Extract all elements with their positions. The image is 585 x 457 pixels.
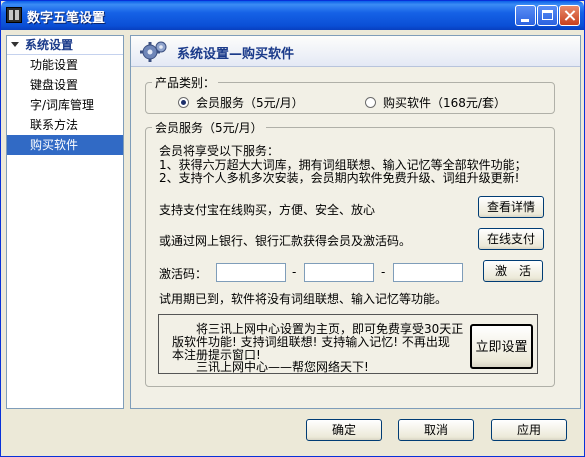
sidebar-header[interactable]: 系统设置 bbox=[7, 36, 123, 55]
sidebar: 系统设置 功能设置 键盘设置 字/词库管理 联系方法 购买软件 bbox=[6, 35, 124, 409]
activation-code-label: 激活码： bbox=[159, 267, 208, 281]
ok-button[interactable]: 确定 bbox=[306, 419, 382, 441]
radio-buy-label: 购买软件（168元/套） bbox=[383, 96, 506, 110]
activate-button[interactable]: 激 活 bbox=[483, 260, 543, 282]
panel-header: 系统设置—购买软件 bbox=[131, 36, 580, 67]
activation-code-part3[interactable] bbox=[393, 263, 463, 282]
window-title: 数字五笔设置 bbox=[27, 11, 106, 26]
sidebar-item-dictionary[interactable]: 字/词库管理 bbox=[7, 95, 123, 115]
radio-selected-icon bbox=[178, 97, 189, 108]
radio-unselected-icon bbox=[365, 97, 376, 108]
maximize-button[interactable] bbox=[537, 5, 558, 26]
view-details-button[interactable]: 查看详情 bbox=[478, 196, 544, 218]
minimize-button[interactable] bbox=[515, 5, 536, 26]
sidebar-item-function[interactable]: 功能设置 bbox=[7, 55, 123, 75]
sidebar-item-contact[interactable]: 联系方法 bbox=[7, 115, 123, 135]
set-now-button[interactable]: 立即设置 bbox=[470, 324, 533, 369]
sidebar-header-label: 系统设置 bbox=[25, 38, 74, 52]
code-separator-1: - bbox=[292, 265, 297, 279]
code-separator-2: - bbox=[381, 265, 386, 279]
activation-code-part2[interactable] bbox=[304, 263, 374, 282]
promo-line-4: 三讯上网中心——帮您网络天下! bbox=[196, 360, 369, 374]
alipay-text: 支持支付宝在线购买，方便、安全、放心 bbox=[159, 203, 376, 217]
trial-expired-text: 试用期已到，软件将没有词组联想、输入记忆等功能。 bbox=[159, 292, 448, 306]
chevron-down-icon bbox=[11, 42, 19, 47]
radio-member-label: 会员服务（5元/月） bbox=[196, 96, 304, 110]
bank-text: 或通过网上银行、银行汇款获得会员及激活码。 bbox=[159, 234, 412, 248]
activation-code-part1[interactable] bbox=[216, 263, 286, 282]
app-icon bbox=[6, 7, 22, 23]
service-benefit-2: 2、支持个人多机多次安装，会员期内软件免费升级、词组升级更新! bbox=[159, 171, 520, 185]
cancel-button[interactable]: 取消 bbox=[398, 419, 474, 441]
pay-online-button[interactable]: 在线支付 bbox=[478, 228, 544, 250]
member-service-legend: 会员服务（5元/月） bbox=[155, 121, 263, 135]
sidebar-item-purchase[interactable]: 购买软件 bbox=[7, 135, 123, 155]
sidebar-item-keyboard[interactable]: 键盘设置 bbox=[7, 75, 123, 95]
panel-title: 系统设置—购买软件 bbox=[177, 47, 295, 62]
title-bar[interactable]: 数字五笔设置 bbox=[1, 1, 584, 30]
close-button[interactable] bbox=[559, 5, 580, 26]
apply-button[interactable]: 应用 bbox=[491, 419, 567, 441]
gears-icon bbox=[140, 41, 167, 62]
radio-buy-software[interactable]: 购买软件（168元/套） bbox=[365, 94, 506, 111]
settings-window: 数字五笔设置 系统设置 功能设置 键盘设置 字/词库管理 联系方法 购买软件 系… bbox=[0, 0, 585, 457]
product-category-legend: 产品类别： bbox=[155, 76, 216, 90]
radio-member-service[interactable]: 会员服务（5元/月） bbox=[178, 94, 304, 111]
